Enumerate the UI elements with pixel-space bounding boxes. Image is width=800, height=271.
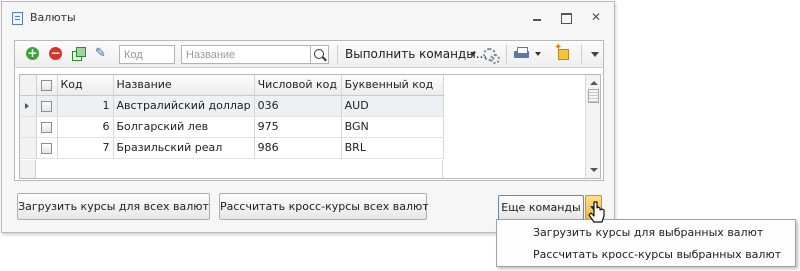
code-filter-input[interactable]	[119, 45, 175, 64]
currencies-window: Валюты ✕ + − ✎ Выполнить команды...	[1, 1, 615, 233]
toolbar-separator	[506, 45, 507, 64]
menu-item-load-selected-rates[interactable]: Загрузить курсы для выбранных валют	[497, 222, 795, 244]
cell-letter-code: AUD	[341, 95, 444, 117]
title-bar: Валюты ✕	[2, 2, 614, 34]
column-header-name[interactable]: Название	[113, 75, 255, 96]
cell-code: 6	[57, 116, 114, 138]
settings-icon[interactable]	[554, 42, 570, 61]
cell-name: Болгарский лев	[113, 116, 255, 138]
row-indicator	[20, 137, 37, 159]
row-indicator	[20, 95, 37, 117]
scroll-down-icon[interactable]	[590, 168, 598, 172]
cell-numeric-code: 036	[254, 95, 342, 117]
chevron-down-icon[interactable]	[535, 52, 541, 56]
column-header-letter-code[interactable]: Буквенный код	[341, 75, 444, 96]
currency-grid: Код Название Числовой код Буквенный код …	[19, 74, 601, 179]
vertical-scrollbar[interactable]	[585, 75, 600, 178]
document-icon	[12, 12, 23, 25]
column-header-code[interactable]: Код	[57, 75, 114, 96]
select-all-checkbox[interactable]	[36, 75, 58, 96]
minimize-button[interactable]	[530, 10, 546, 24]
row-indicator	[20, 116, 37, 138]
gears-icon[interactable]	[483, 46, 500, 64]
search-icon[interactable]	[311, 45, 329, 64]
cell-numeric-code: 975	[254, 116, 342, 138]
toolbar: + − ✎ Выполнить команды...	[15, 41, 603, 68]
toolbar-separator	[337, 45, 338, 64]
toolbar-more-icon[interactable]	[591, 52, 599, 57]
cell-numeric-code: 986	[254, 137, 342, 159]
scroll-up-icon[interactable]	[590, 81, 598, 85]
table-row[interactable]: 7 Бразильский реал 986 BRL	[20, 137, 444, 159]
row-checkbox[interactable]	[36, 95, 58, 117]
table-header-row: Код Название Числовой код Буквенный код	[20, 75, 444, 96]
chevron-down-icon[interactable]	[470, 52, 476, 56]
maximize-button[interactable]	[558, 10, 574, 24]
partial-row	[20, 160, 443, 178]
add-icon[interactable]: +	[26, 47, 39, 60]
more-commands-button[interactable]: Еще команды	[498, 195, 584, 220]
cell-letter-code: BGN	[341, 116, 444, 138]
cell-name: Австралийский доллар	[113, 95, 255, 117]
printer-icon[interactable]	[514, 47, 529, 60]
more-commands-menu: Загрузить курсы для выбранных валют Расс…	[496, 219, 796, 267]
mouse-cursor-icon	[588, 201, 605, 223]
execute-commands-menu[interactable]: Выполнить команды...	[345, 47, 487, 61]
table-row[interactable]: 6 Болгарский лев 975 BGN	[20, 116, 444, 138]
cell-name: Бразильский реал	[113, 137, 255, 159]
cell-code: 1	[57, 95, 114, 117]
window-title: Валюты	[30, 11, 76, 24]
currency-table: Код Название Числовой код Буквенный код …	[20, 75, 444, 159]
toolbar-separator	[581, 45, 582, 64]
list-panel: + − ✎ Выполнить команды...	[14, 40, 604, 181]
name-filter-input[interactable]	[181, 45, 311, 64]
edit-icon[interactable]: ✎	[95, 46, 111, 62]
table-row[interactable]: 1 Австралийский доллар 036 AUD	[20, 95, 444, 117]
cell-letter-code: BRL	[341, 137, 444, 159]
row-checkbox[interactable]	[36, 116, 58, 138]
cross-rates-button[interactable]: Рассчитать кросс-курсы всех валют	[219, 193, 429, 220]
row-checkbox[interactable]	[36, 137, 58, 159]
cell-code: 7	[57, 137, 114, 159]
column-header-numeric-code[interactable]: Числовой код	[254, 75, 342, 96]
scrollbar-thumb[interactable]	[588, 89, 599, 103]
close-button[interactable]: ✕	[588, 10, 604, 24]
delete-icon[interactable]: −	[49, 47, 62, 60]
copy-icon[interactable]	[71, 46, 87, 62]
row-indicator-header	[20, 75, 37, 96]
menu-item-cross-rates-selected[interactable]: Рассчитать кросс-курсы выбранных валют	[497, 244, 795, 266]
load-rates-button[interactable]: Загрузить курсы для всех валют	[17, 193, 210, 220]
